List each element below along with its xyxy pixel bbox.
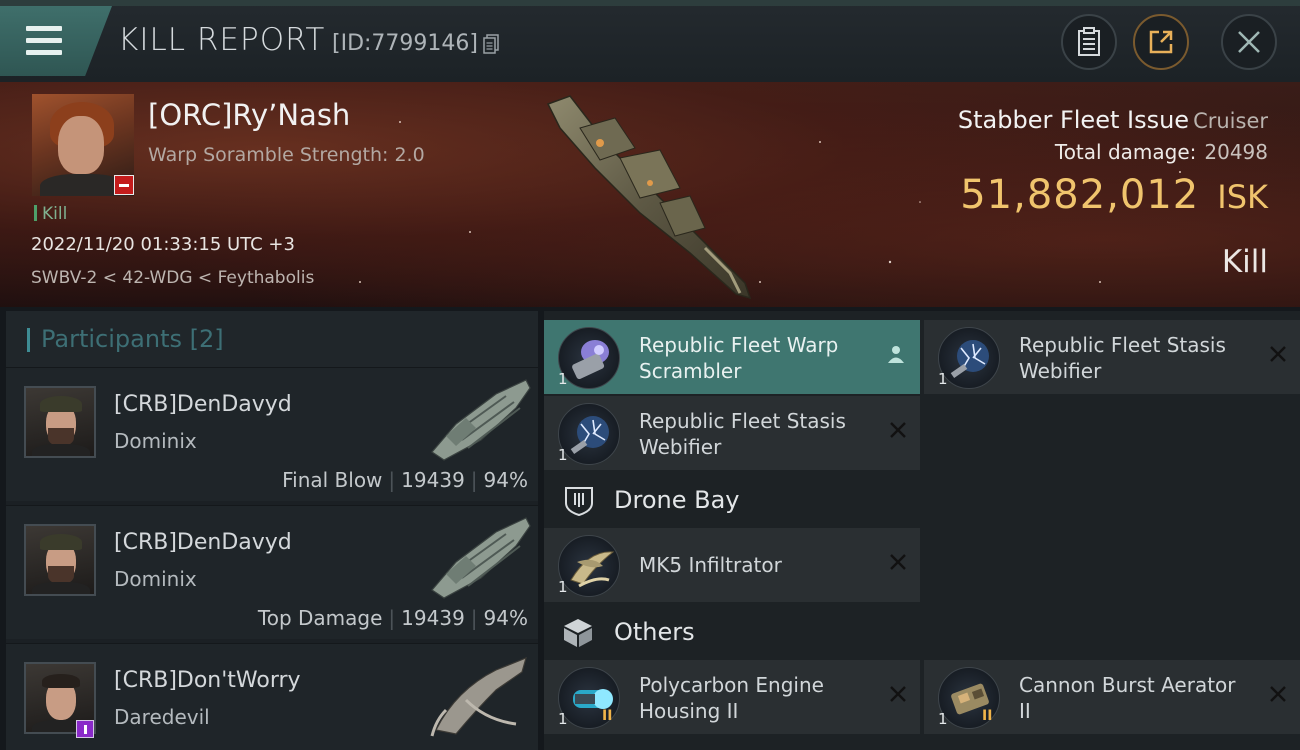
clipboard-icon — [1078, 27, 1100, 56]
participant-ship-image — [431, 379, 531, 461]
participants-panel: Participants [2] [CRB]DenDavyd Dominix F… — [6, 311, 538, 750]
clipboard-button[interactable] — [1061, 14, 1117, 70]
isk-value: 51,882,012 — [960, 172, 1200, 218]
participant-stats: Final Blow | 19439 | 94% — [282, 468, 528, 492]
isk-unit: ISK — [1217, 178, 1268, 216]
participant-name: [CRB]DenDavyd — [114, 392, 292, 417]
victim-ship-image[interactable] — [540, 88, 770, 303]
ship-class: Cruiser — [1193, 109, 1268, 133]
participant-portrait[interactable] — [24, 386, 96, 458]
participant-stats: Top Damage | 19439 | 94% — [257, 606, 528, 630]
module-name: Polycarbon Engine Housing II — [639, 673, 824, 723]
kill-tag: Kill — [34, 204, 67, 224]
drone-bay-header: Drone Bay — [544, 472, 920, 528]
drone-bay-icon — [565, 487, 593, 517]
kill-location[interactable]: SWBV-2 < 42-WDG < Feythabolis — [31, 268, 314, 288]
destroyed-icon — [890, 422, 906, 438]
cargo-box-icon — [564, 619, 592, 647]
fitting-panel: 1 Republic Fleet Warp Scrambler 1 Republ… — [544, 311, 1300, 750]
title-bar: KILL REPORT [ID:7799146] — [0, 0, 1300, 82]
victim-name[interactable]: [ORC]Ry’Nash — [148, 98, 350, 132]
tech-level-badge: II — [602, 708, 613, 724]
title-bar-top-line — [0, 0, 1300, 6]
total-damage-label: Total damage: — [1054, 140, 1197, 164]
participant-ship-image — [431, 517, 531, 599]
destroyed-icon — [890, 686, 906, 702]
drone-bay-label: Drone Bay — [614, 486, 740, 514]
menu-button[interactable] — [0, 6, 112, 76]
close-button[interactable] — [1221, 14, 1277, 70]
menu-icon — [26, 26, 62, 62]
destroyed-icon — [890, 554, 906, 570]
module-slot[interactable]: 1 Republic Fleet Warp Scrambler — [544, 320, 920, 394]
participant-ship: Dominix — [114, 567, 197, 591]
share-button[interactable] — [1133, 14, 1189, 70]
module-name: MK5 Infiltrator — [639, 553, 782, 577]
participant-row[interactable]: [CRB]DenDavyd Dominix Final Blow | 19439 | 9… — [6, 367, 538, 501]
participant-ship-image — [430, 656, 527, 737]
module-name: Cannon Burst Aerator II — [1019, 673, 1236, 723]
module-quantity: 1 — [558, 710, 568, 728]
participant-row[interactable]: [CRB]DenDavyd Dominix Top Damage | 19439 | 9… — [6, 505, 538, 639]
user-icon — [888, 346, 904, 363]
participant-name: [CRB]DenDavyd — [114, 530, 292, 555]
isk-line: 51,882,012 ISK — [960, 172, 1268, 218]
module-slot[interactable]: 1 Republic Fleet Stasis Webifier — [544, 396, 920, 470]
close-icon — [1238, 31, 1260, 53]
total-damage-value: 20498 — [1204, 140, 1268, 164]
report-id: [ID:7799146] — [332, 31, 478, 56]
module-quantity: 1 — [558, 578, 568, 596]
ship-type-line: Stabber Fleet Issue Cruiser — [958, 106, 1268, 134]
others-header: Others — [544, 604, 920, 660]
scramble-strength: Warp Soramble Strength: 2.0 — [148, 144, 425, 166]
participant-name: [CRB]Don'tWorry — [114, 668, 301, 693]
module-name: Republic Fleet Stasis Webifier — [639, 409, 846, 459]
others-label: Others — [614, 618, 695, 646]
kill-datetime: 2022/11/20 01:33:15 UTC +3 — [31, 234, 295, 255]
module-slot[interactable]: 1 Republic Fleet Stasis Webifier — [924, 320, 1300, 394]
share-icon — [1149, 30, 1173, 54]
module-slot[interactable]: 1 MK5 Infiltrator — [544, 528, 920, 602]
participant-row[interactable]: [CRB]Don'tWorry Daredevil — [6, 643, 538, 750]
module-slot[interactable]: 1 II Cannon Burst Aerator II — [924, 660, 1300, 734]
destroyed-icon — [1270, 346, 1286, 362]
destroyed-icon — [1270, 686, 1286, 702]
module-quantity: 1 — [558, 446, 568, 464]
module-quantity: 1 — [938, 710, 948, 728]
module-name: Republic Fleet Warp Scrambler — [639, 333, 839, 383]
ship-name[interactable]: Stabber Fleet Issue — [958, 106, 1189, 134]
kill-result: Kill — [1221, 244, 1268, 280]
tech-level-badge: II — [982, 708, 993, 724]
standing-negative-icon — [114, 175, 134, 195]
participant-ship: Dominix — [114, 429, 197, 453]
corporation-badge-icon — [76, 720, 94, 738]
victim-header: [ORC]Ry’Nash Warp Soramble Strength: 2.0… — [0, 82, 1300, 307]
page-title: KILL REPORT — [118, 22, 326, 58]
module-quantity: 1 — [558, 370, 568, 388]
total-damage-line: Total damage: 20498 — [1055, 140, 1268, 164]
module-quantity: 1 — [938, 370, 948, 388]
module-slot[interactable]: 1 II Polycarbon Engine Housing II — [544, 660, 920, 734]
module-name: Republic Fleet Stasis Webifier — [1019, 333, 1226, 383]
participants-label: Participants [2] — [41, 325, 224, 353]
participant-portrait[interactable] — [24, 524, 96, 596]
participants-header: Participants [2] — [6, 311, 538, 367]
participant-ship: Daredevil — [114, 705, 210, 729]
copy-icon[interactable] — [483, 34, 499, 54]
